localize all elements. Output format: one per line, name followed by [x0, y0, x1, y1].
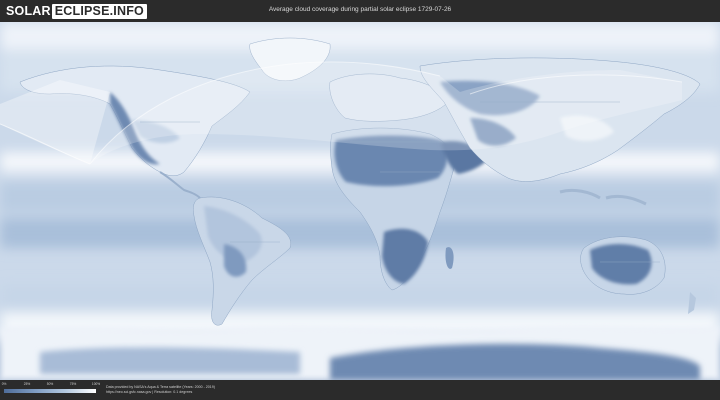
data-credit: Data provided by NASA's Aqua & Terra sat…	[106, 385, 215, 395]
page-title: Average cloud coverage during partial so…	[268, 6, 452, 13]
legend-tick-0: 0%	[1, 382, 7, 386]
page: SOLAR ECLIPSE.INFO Average cloud coverag…	[0, 0, 720, 400]
world-map-svg	[0, 22, 720, 380]
credit-line-2: https://neo.sci.gsfc.nasa.gov | Resoluti…	[106, 390, 193, 394]
antarctica	[0, 326, 720, 380]
legend-footer: 0% 25% 50% 75% 100% Data provided by NASA's …	[0, 380, 720, 400]
legend-tick-4: 100%	[91, 382, 101, 386]
legend-tick-1: 25%	[23, 382, 31, 386]
legend-tick-2: 50%	[46, 382, 54, 386]
header-bar: SOLAR ECLIPSE.INFO Average cloud coverag…	[0, 0, 720, 22]
legend-tick-3: 75%	[69, 382, 77, 386]
legend-color-bar	[4, 389, 96, 393]
cloud-coverage-map	[0, 22, 720, 380]
